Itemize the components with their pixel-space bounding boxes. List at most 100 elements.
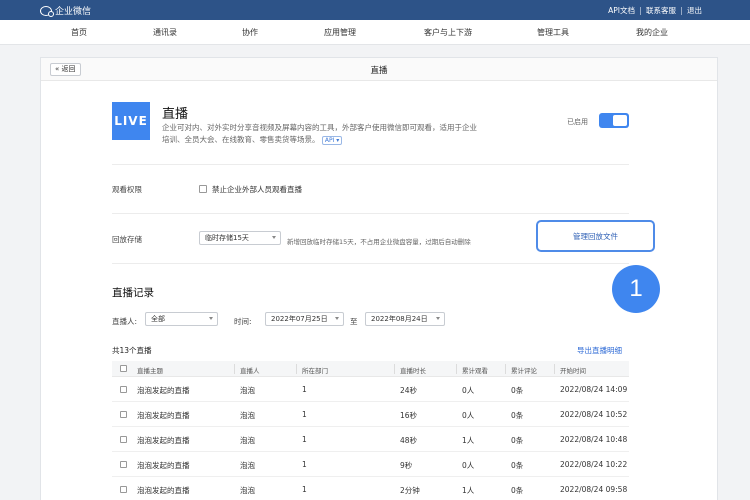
logout-link[interactable]: 退出 bbox=[687, 5, 702, 16]
row-topic[interactable]: 泡泡发起的直播 bbox=[137, 410, 190, 421]
main-nav: 首页 通讯录 协作 应用管理 客户与上下游 管理工具 我的企业 bbox=[0, 20, 750, 45]
row-views: 1人 bbox=[462, 436, 475, 445]
brand[interactable]: 企业微信 bbox=[40, 4, 91, 17]
row-duration: 16秒 bbox=[400, 411, 418, 420]
row-views: 0人 bbox=[462, 461, 475, 470]
row-host: 泡泡 bbox=[240, 386, 255, 395]
block-external-label[interactable]: 禁止企业外部人员观看直播 bbox=[212, 184, 302, 195]
records-title: 直播记录 bbox=[112, 287, 154, 299]
row-checkbox[interactable] bbox=[120, 486, 127, 493]
table-row[interactable]: 泡泡发起的直播 泡泡 1 48秒 1人 0条 2022/08/24 10:48 bbox=[112, 427, 629, 452]
row-comments: 0条 bbox=[511, 436, 524, 445]
row-topic[interactable]: 泡泡发起的直播 bbox=[137, 385, 190, 396]
top-links: API文档 联系客服 退出 bbox=[608, 5, 702, 16]
row-topic[interactable]: 泡泡发起的直播 bbox=[137, 460, 190, 471]
replay-note: 新增回放临时存储15天，不占用企业微盘容量，过期后自动删除 bbox=[287, 238, 471, 246]
app-description: 企业可对内、对外实时分享音视频及屏幕内容的工具，外部客户使用微信即可观看，适用于… bbox=[162, 122, 482, 146]
replay-storage-value: 临时存储15天 bbox=[205, 234, 249, 242]
column-divider bbox=[394, 364, 395, 374]
nav-management-tools[interactable]: 管理工具 bbox=[537, 27, 569, 38]
host-filter-label: 直播人: bbox=[112, 317, 138, 326]
nav-home[interactable]: 首页 bbox=[71, 27, 87, 38]
column-header: 累计评论 bbox=[511, 367, 537, 375]
live-app-logo: LIVE bbox=[112, 102, 150, 140]
column-header: 直播时长 bbox=[400, 367, 426, 375]
date-to-value: 2022年08月24日 bbox=[371, 315, 428, 323]
nav-collaboration[interactable]: 协作 bbox=[242, 27, 258, 38]
date-from-select[interactable]: 2022年07月25日 bbox=[265, 312, 344, 326]
nav-app-management[interactable]: 应用管理 bbox=[324, 27, 356, 38]
nav-customers[interactable]: 客户与上下游 bbox=[424, 27, 472, 38]
row-checkbox[interactable] bbox=[120, 436, 127, 443]
chevron-down-icon bbox=[209, 317, 213, 320]
time-filter-label: 时间: bbox=[234, 317, 252, 326]
card-header: « 返回 直播 bbox=[41, 58, 717, 81]
manage-replay-files-button[interactable]: 管理回放文件 bbox=[536, 220, 655, 252]
app-name: 直播 bbox=[162, 107, 189, 122]
nav-my-enterprise[interactable]: 我的企业 bbox=[636, 27, 668, 38]
export-details-link[interactable]: 导出直播明细 bbox=[577, 345, 622, 356]
row-checkbox[interactable] bbox=[120, 411, 127, 418]
row-department: 1 bbox=[302, 435, 307, 444]
row-comments: 0条 bbox=[511, 486, 524, 495]
divider bbox=[112, 164, 629, 165]
column-header: 开始时间 bbox=[560, 367, 586, 375]
row-views: 0人 bbox=[462, 411, 475, 420]
row-views: 0人 bbox=[462, 386, 475, 395]
column-divider bbox=[505, 364, 506, 374]
permission-label: 观看权限 bbox=[112, 185, 142, 194]
replay-storage-select[interactable]: 临时存储15天 bbox=[199, 231, 281, 245]
link-divider bbox=[640, 6, 641, 15]
column-header: 直播人 bbox=[240, 367, 260, 375]
replay-storage-label: 回放存储 bbox=[112, 235, 142, 244]
total-count: 共13个直播 bbox=[112, 346, 152, 355]
row-start-time: 2022/08/24 14:09 bbox=[560, 385, 628, 394]
row-start-time: 2022/08/24 10:22 bbox=[560, 460, 628, 469]
date-range-separator: 至 bbox=[350, 317, 358, 326]
date-from-value: 2022年07月25日 bbox=[271, 315, 328, 323]
host-filter-select[interactable]: 全部 bbox=[145, 312, 218, 326]
step-callout-badge: 1 bbox=[612, 265, 660, 313]
toggle-knob bbox=[613, 115, 627, 126]
row-checkbox[interactable] bbox=[120, 461, 127, 468]
row-start-time: 2022/08/24 09:58 bbox=[560, 485, 628, 494]
enable-toggle[interactable] bbox=[599, 113, 629, 128]
row-host: 泡泡 bbox=[240, 461, 255, 470]
date-to-select[interactable]: 2022年08月24日 bbox=[365, 312, 445, 326]
top-bar: 企业微信 API文档 联系客服 退出 bbox=[0, 0, 750, 20]
content-card: « 返回 直播 LIVE 直播 企业可对内、对外实时分享音视频及屏幕内容的工具，… bbox=[40, 57, 718, 500]
row-department: 1 bbox=[302, 410, 307, 419]
row-start-time: 2022/08/24 10:48 bbox=[560, 435, 628, 444]
divider bbox=[112, 263, 629, 264]
page-title: 直播 bbox=[370, 66, 388, 76]
row-checkbox[interactable] bbox=[120, 386, 127, 393]
table-row[interactable]: 泡泡发起的直播 泡泡 1 9秒 0人 0条 2022/08/24 10:22 bbox=[112, 452, 629, 477]
row-topic[interactable]: 泡泡发起的直播 bbox=[137, 435, 190, 446]
row-start-time: 2022/08/24 10:52 bbox=[560, 410, 628, 419]
table-header: 直播主题 直播人 所在部门 直播时长 累计观看 累计评论 开始时间 bbox=[112, 361, 629, 377]
block-external-checkbox[interactable] bbox=[199, 185, 207, 193]
table-row[interactable]: 泡泡发起的直播 泡泡 1 2分钟 1人 0条 2022/08/24 09:58 bbox=[112, 477, 629, 500]
contact-support-link[interactable]: 联系客服 bbox=[646, 5, 676, 16]
wecom-logo-icon bbox=[40, 5, 54, 17]
app-description-text: 企业可对内、对外实时分享音视频及屏幕内容的工具，外部客户使用微信即可观看，适用于… bbox=[162, 123, 477, 144]
link-divider bbox=[681, 6, 682, 15]
chevron-down-icon bbox=[436, 317, 440, 320]
select-all-checkbox[interactable] bbox=[120, 365, 127, 372]
row-duration: 24秒 bbox=[400, 386, 418, 395]
column-divider bbox=[234, 364, 235, 374]
api-docs-link[interactable]: API文档 bbox=[608, 5, 635, 16]
nav-contacts[interactable]: 通讯录 bbox=[153, 27, 177, 38]
table-row[interactable]: 泡泡发起的直播 泡泡 1 16秒 0人 0条 2022/08/24 10:52 bbox=[112, 402, 629, 427]
host-filter-value: 全部 bbox=[151, 315, 165, 323]
chevron-down-icon bbox=[272, 236, 276, 239]
row-topic[interactable]: 泡泡发起的直播 bbox=[137, 485, 190, 496]
status-label: 已启用 bbox=[567, 118, 588, 126]
column-divider bbox=[554, 364, 555, 374]
row-department: 1 bbox=[302, 485, 307, 494]
row-duration: 9秒 bbox=[400, 461, 413, 470]
row-comments: 0条 bbox=[511, 386, 524, 395]
table-row[interactable]: 泡泡发起的直播 泡泡 1 24秒 0人 0条 2022/08/24 14:09 bbox=[112, 377, 629, 402]
api-tag[interactable]: API ▾ bbox=[321, 135, 343, 145]
row-comments: 0条 bbox=[511, 411, 524, 420]
